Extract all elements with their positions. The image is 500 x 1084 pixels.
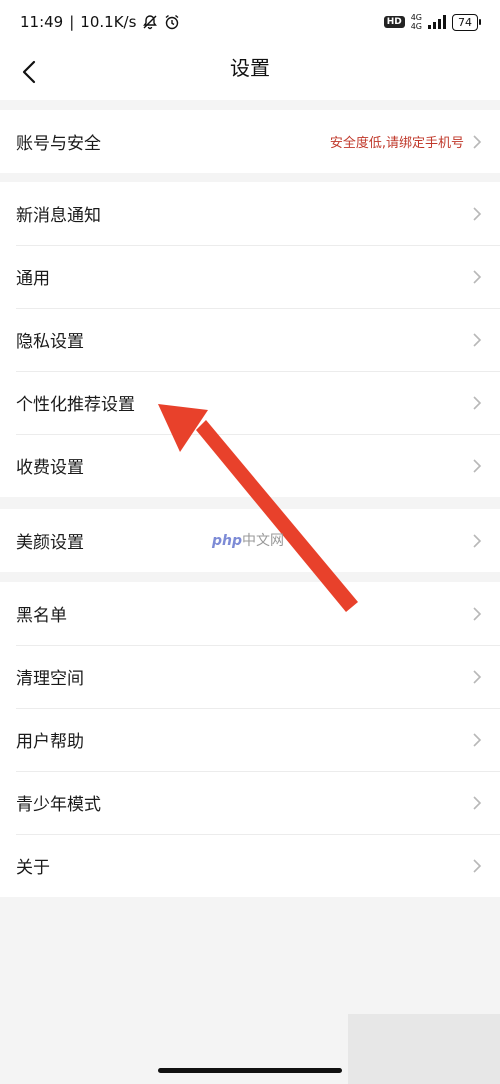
status-left: 11:49 | 10.1K/s: [20, 13, 180, 31]
settings-item-personalized-recommendation[interactable]: 个性化推荐设置: [0, 371, 500, 434]
security-warning-hint: 安全度低,请绑定手机号: [329, 136, 464, 151]
chevron-right-icon: [473, 795, 482, 810]
battery-icon: 74: [452, 13, 481, 31]
chevron-right-icon: [473, 395, 482, 410]
chevron-right-icon: [473, 858, 482, 873]
home-indicator[interactable]: [158, 1068, 342, 1073]
network-type-top: 4G: [410, 13, 422, 22]
settings-group-account: 账号与安全 安全度低,请绑定手机号: [0, 110, 500, 173]
settings-item-notifications[interactable]: 新消息通知: [0, 182, 500, 245]
chevron-right-icon: [473, 606, 482, 621]
settings-item-account-security[interactable]: 账号与安全 安全度低,请绑定手机号: [0, 110, 500, 173]
page-title: 设置: [230, 56, 270, 80]
settings-item-help[interactable]: 用户帮助: [0, 708, 500, 771]
status-time: 11:49: [20, 13, 64, 31]
alarm-icon: [165, 14, 179, 30]
status-separator: |: [69, 13, 75, 31]
status-speed: 10.1K/s: [80, 13, 137, 31]
settings-item-about[interactable]: 关于: [0, 834, 500, 897]
settings-item-label: 通用: [16, 269, 50, 289]
chevron-right-icon: [473, 269, 482, 284]
settings-item-label: 关于: [16, 858, 50, 878]
watermark-brand: php: [212, 533, 243, 549]
settings-item-label: 美颜设置: [16, 533, 84, 553]
settings-item-label: 个性化推荐设置: [16, 395, 135, 415]
settings-item-label: 新消息通知: [16, 206, 101, 226]
hd-badge: HD: [383, 16, 405, 28]
status-bar: 11:49 | 10.1K/s HD 4G 4G 74: [0, 0, 500, 44]
blurred-corner: [348, 1014, 500, 1084]
chevron-right-icon: [473, 533, 482, 548]
watermark: php中文网: [212, 530, 284, 550]
watermark-text: 中文网: [242, 533, 285, 549]
chevron-right-icon: [473, 458, 482, 473]
settings-item-privacy[interactable]: 隐私设置: [0, 308, 500, 371]
chevron-right-icon: [473, 332, 482, 347]
chevron-right-icon: [473, 206, 482, 221]
settings-item-label: 收费设置: [16, 458, 84, 478]
nav-bar: 设置: [0, 44, 500, 100]
settings-item-label: 隐私设置: [16, 332, 84, 352]
settings-item-blacklist[interactable]: 黑名单: [0, 582, 500, 645]
settings-item-billing[interactable]: 收费设置: [0, 434, 500, 497]
settings-item-label: 清理空间: [16, 669, 84, 689]
chevron-right-icon: [473, 134, 482, 149]
settings-item-label: 黑名单: [16, 606, 67, 626]
settings-group-other: 黑名单 清理空间 用户帮助 青少年模式 关于: [0, 582, 500, 897]
settings-group-general: 新消息通知 通用 隐私设置 个性化推荐设置 收费设置: [0, 182, 500, 497]
settings-item-teen-mode[interactable]: 青少年模式: [0, 771, 500, 834]
signal-icon: [428, 15, 446, 29]
settings-item-label: 青少年模式: [16, 795, 101, 815]
settings-item-label: 用户帮助: [16, 732, 84, 752]
settings-item-label: 账号与安全: [16, 134, 101, 154]
chevron-right-icon: [473, 732, 482, 747]
network-type-bottom: 4G: [410, 22, 422, 31]
network-indicator: 4G 4G: [411, 13, 422, 31]
chevron-right-icon: [473, 669, 482, 684]
status-right: HD 4G 4G 74: [383, 13, 481, 31]
settings-item-clear-storage[interactable]: 清理空间: [0, 645, 500, 708]
settings-item-general[interactable]: 通用: [0, 245, 500, 308]
mute-icon: [143, 15, 158, 30]
